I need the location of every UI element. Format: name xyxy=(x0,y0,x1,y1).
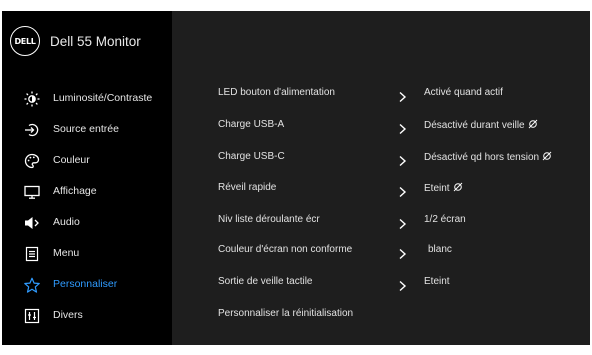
setting-row-non-compliant-screen-color[interactable]: Couleur d'écran non conforme blanc xyxy=(172,237,590,265)
dell-logo: DELL xyxy=(10,26,40,56)
setting-value-text: Désactivé qd hors tension xyxy=(424,152,540,163)
setting-row-power-led[interactable]: LED bouton d'alimentation Activé quand a… xyxy=(172,80,590,108)
chevron-right-icon xyxy=(398,152,408,167)
setting-value: Activé quand actif xyxy=(424,87,503,98)
setting-value: blanc xyxy=(428,244,452,255)
setting-label: Charge USB-A xyxy=(218,119,285,130)
brand-header: DELL Dell 55 Monitor xyxy=(10,26,141,56)
unavailable-icon xyxy=(542,151,552,164)
chevron-right-icon xyxy=(398,277,408,292)
chevron-right-icon xyxy=(398,245,408,260)
setting-label: Charge USB-C xyxy=(218,151,285,162)
chevron-right-icon xyxy=(398,120,408,135)
sidebar-item-label: Divers xyxy=(53,309,83,321)
setting-value-text: Eteint xyxy=(424,276,450,287)
unavailable-icon xyxy=(528,119,538,132)
chevron-right-icon xyxy=(398,88,408,103)
sidebar-item-label: Menu xyxy=(53,247,80,259)
setting-value-text: Activé quand actif xyxy=(424,87,503,98)
setting-label: Sortie de veille tactile xyxy=(218,276,313,287)
sidebar-item-personalize[interactable]: Personnaliser xyxy=(2,271,172,299)
menu-icon xyxy=(24,246,40,262)
sidebar-item-color[interactable]: Couleur xyxy=(2,147,172,175)
input-source-icon xyxy=(24,122,40,138)
setting-row-fast-wakeup[interactable]: Réveil rapide Eteint xyxy=(172,175,590,203)
setting-value-text: Désactivé durant veille xyxy=(424,120,525,131)
brightness-icon xyxy=(24,91,40,107)
setting-label: Niv liste déroulante écr xyxy=(218,214,320,225)
setting-label: Réveil rapide xyxy=(218,182,277,193)
unavailable-icon xyxy=(453,182,463,195)
setting-value: Eteint xyxy=(424,276,450,287)
sidebar-item-label: Source entrée xyxy=(53,123,119,135)
sidebar-item-label: Luminosité/Contraste xyxy=(53,92,153,104)
sidebar-item-display[interactable]: Affichage xyxy=(2,178,172,206)
display-icon xyxy=(24,184,40,200)
setting-row-personalize-reset[interactable]: Personnaliser la réinitialisation xyxy=(172,301,590,329)
setting-label: Personnaliser la réinitialisation xyxy=(218,308,354,319)
speaker-icon xyxy=(24,215,40,231)
sidebar-item-menu[interactable]: Menu xyxy=(2,240,172,268)
setting-value: 1/2 écran xyxy=(424,214,466,225)
others-icon xyxy=(24,308,40,324)
color-palette-icon xyxy=(24,153,40,169)
sidebar: DELL Dell 55 Monitor Luminosité/Contrast… xyxy=(2,11,172,345)
model-name: Dell 55 Monitor xyxy=(50,33,141,49)
setting-row-touch-wakeup[interactable]: Sortie de veille tactile Eteint xyxy=(172,269,590,297)
setting-label: LED bouton d'alimentation xyxy=(218,87,335,98)
sidebar-item-label: Audio xyxy=(53,216,80,228)
setting-row-usb-c-charging[interactable]: Charge USB-C Désactivé qd hors tension xyxy=(172,144,590,172)
setting-value-text: Eteint xyxy=(424,183,450,194)
setting-value: Désactivé qd hors tension xyxy=(424,151,552,164)
setting-value: Eteint xyxy=(424,182,463,195)
sidebar-item-others[interactable]: Divers xyxy=(2,302,172,330)
sidebar-item-audio[interactable]: Audio xyxy=(2,209,172,237)
chevron-right-icon xyxy=(398,215,408,230)
sidebar-item-label: Personnaliser xyxy=(53,278,118,290)
sidebar-item-input-source[interactable]: Source entrée xyxy=(2,116,172,144)
sidebar-item-label: Couleur xyxy=(53,154,90,166)
monitor-osd: DELL Dell 55 Monitor Luminosité/Contrast… xyxy=(2,11,590,345)
setting-row-usb-a-charging[interactable]: Charge USB-A Désactivé durant veille xyxy=(172,112,590,140)
settings-panel: LED bouton d'alimentation Activé quand a… xyxy=(172,11,590,345)
setting-label: Couleur d'écran non conforme xyxy=(218,244,353,255)
chevron-right-icon xyxy=(398,183,408,198)
setting-value-text: blanc xyxy=(428,244,452,255)
setting-value-text: 1/2 écran xyxy=(424,214,466,225)
sidebar-item-label: Affichage xyxy=(53,185,97,197)
star-icon xyxy=(24,277,40,293)
setting-value: Désactivé durant veille xyxy=(424,119,538,132)
sidebar-item-brightness-contrast[interactable]: Luminosité/Contraste xyxy=(2,85,172,113)
setting-row-menu-dropdown-level[interactable]: Niv liste déroulante écr 1/2 écran xyxy=(172,207,590,235)
